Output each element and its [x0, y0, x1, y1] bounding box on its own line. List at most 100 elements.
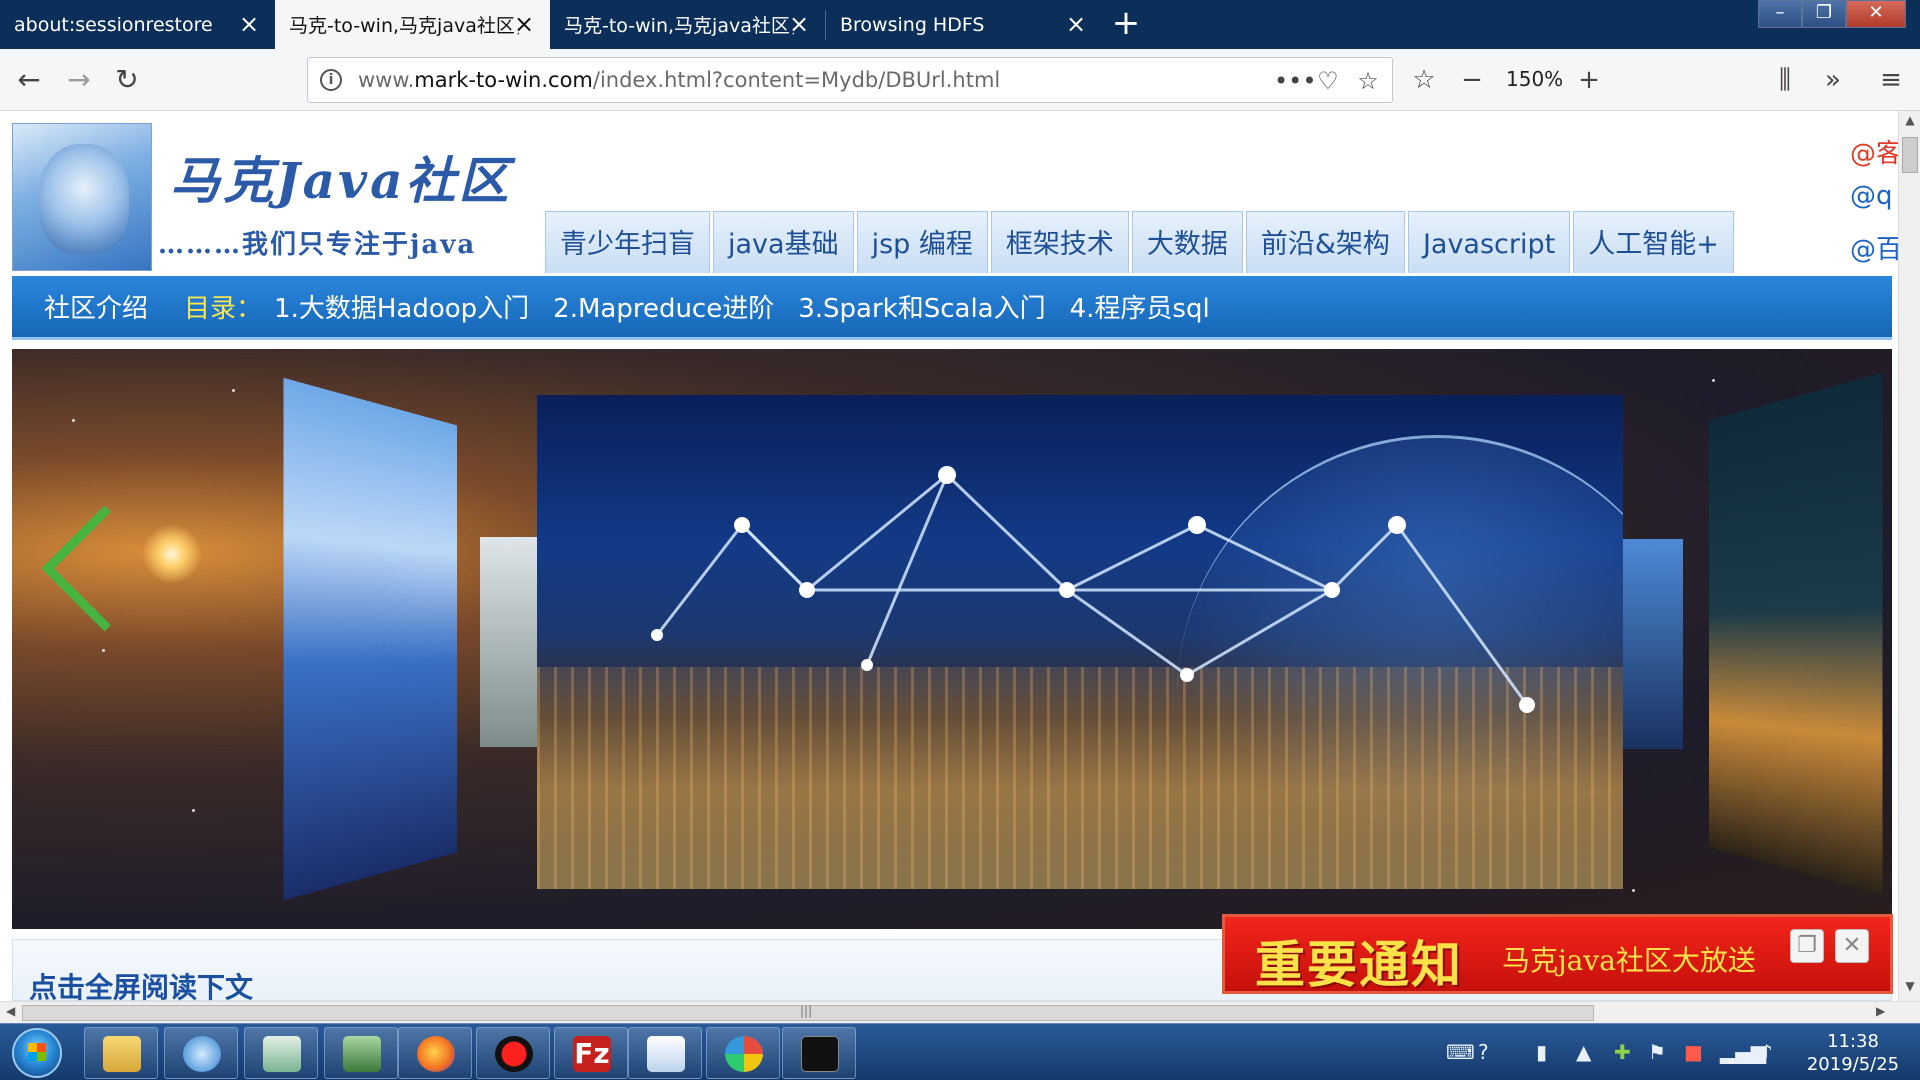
nav-item-javascript[interactable]: Javascript — [1407, 211, 1571, 273]
vertical-scroll-thumb[interactable] — [1902, 137, 1918, 173]
back-arrow-icon[interactable]: ← — [12, 63, 46, 97]
horizontal-scrollbar[interactable]: ◀ ||| ▶ — [0, 1001, 1920, 1023]
taskbar-wordpad-icon[interactable] — [628, 1027, 702, 1079]
reload-icon[interactable]: ↻ — [110, 63, 144, 97]
nav-item-bigdata[interactable]: 大数据 — [1131, 211, 1243, 273]
close-icon[interactable]: × — [787, 12, 811, 36]
taskbar-recorder-icon[interactable] — [476, 1027, 550, 1079]
tab-sessionrestore[interactable]: about:sessionrestore × — [0, 0, 275, 49]
toc-link-sql[interactable]: 4.程序员sql — [1070, 288, 1210, 325]
tab-label: 马克-to-win,马克java社区，mark- — [289, 15, 519, 37]
taskbar-editor-icon[interactable] — [244, 1027, 318, 1079]
star-dot — [192, 809, 195, 812]
overflow-chevron-icon[interactable]: » — [1816, 63, 1850, 97]
url-prefix: www. — [358, 68, 415, 92]
url-path: /index.html?content=Mydb/DBUrl.html — [592, 68, 1001, 92]
social-link-2[interactable]: @q — [1850, 181, 1893, 211]
library-icon[interactable]: ⫼ — [1768, 63, 1802, 97]
taskbar-cmd-icon[interactable] — [782, 1027, 856, 1079]
taskbar-ie-icon[interactable] — [164, 1027, 238, 1079]
info-icon[interactable]: i — [320, 69, 342, 91]
action-center-flag-icon[interactable]: ⚑ — [1648, 1040, 1666, 1064]
scroll-up-arrow-icon[interactable]: ▲ — [1899, 113, 1920, 133]
site-logo-image[interactable] — [12, 123, 152, 271]
scroll-left-arrow-icon[interactable]: ◀ — [6, 1004, 15, 1018]
tab-label: 马克-to-win,马克java社区，mark- — [564, 15, 794, 37]
close-icon[interactable]: × — [237, 12, 261, 36]
community-intro-link[interactable]: 社区介绍 — [44, 288, 148, 325]
category-bar: 社区介绍 目录： 1.大数据Hadoop入门 2.Mapreduce进阶 3.S… — [12, 276, 1892, 340]
clock-time: 11:38 — [1827, 1031, 1879, 1052]
toc-link-hadoop[interactable]: 1.大数据Hadoop入门 — [274, 288, 529, 325]
carousel-slide-left[interactable] — [283, 377, 458, 901]
start-button-icon[interactable] — [12, 1028, 62, 1078]
taskbar-filezilla-icon[interactable]: Fz — [554, 1027, 628, 1079]
top-navigation: 青少年扫盲 java基础 jsp 编程 框架技术 大数据 前沿&架构 Javas… — [545, 211, 1737, 273]
page-actions-icon[interactable]: ••• — [1274, 66, 1316, 96]
pocket-icon[interactable]: ♡ — [1313, 66, 1343, 96]
nav-item-java-basics[interactable]: java基础 — [713, 211, 854, 273]
scroll-grip-icon: ||| — [800, 1004, 813, 1018]
volume-icon[interactable]: ♪ — [1760, 1040, 1773, 1064]
web-page: 马克Java社区 ………我们只专注于java 青少年扫盲 java基础 jsp … — [0, 111, 1898, 1001]
new-tab-icon[interactable]: + — [1108, 6, 1144, 42]
nav-item-jsp[interactable]: jsp 编程 — [856, 211, 988, 273]
tab-marktowin-active[interactable]: 马克-to-win,马克java社区，mark- × — [275, 0, 550, 49]
carousel-slide-active[interactable] — [537, 395, 1623, 889]
toc-link-mapreduce[interactable]: 2.Mapreduce进阶 — [553, 288, 774, 325]
read-more-text: 点击全屏阅读下文 — [29, 971, 254, 1001]
tab-browsing-hdfs[interactable]: Browsing HDFS × — [826, 0, 1102, 49]
network-plus-icon[interactable]: ✚ — [1614, 1040, 1631, 1064]
browser-window: about:sessionrestore × 马克-to-win,马克java社… — [0, 0, 1920, 1080]
zoom-in-icon[interactable]: + — [1572, 63, 1606, 97]
network-lines-graphic — [651, 466, 1535, 713]
scroll-right-arrow-icon[interactable]: ▶ — [1876, 1004, 1885, 1018]
star-dot — [72, 419, 75, 422]
taskbar-remote-desktop-icon[interactable] — [324, 1027, 398, 1079]
nav-item-frameworks[interactable]: 框架技术 — [990, 211, 1129, 273]
notice-restore-icon[interactable]: ❐ — [1790, 929, 1824, 963]
url-text[interactable]: www.mark-to-win.com/index.html?content=M… — [358, 68, 1000, 92]
taskbar-firefox-icon[interactable] — [398, 1027, 472, 1079]
social-link-3[interactable]: @百 — [1850, 229, 1898, 266]
carousel-slide-right[interactable] — [1708, 372, 1883, 896]
scroll-down-arrow-icon[interactable]: ▼ — [1899, 979, 1920, 999]
forward-arrow-icon[interactable]: → — [62, 63, 96, 97]
keyboard-icon[interactable]: ⌨ — [1446, 1040, 1475, 1064]
security-icon[interactable]: ■ — [1684, 1040, 1703, 1064]
zoom-out-icon[interactable]: − — [1455, 63, 1489, 97]
url-domain: mark-to-win.com — [414, 68, 593, 92]
bookmark-star-icon[interactable]: ☆ — [1353, 66, 1383, 96]
taskbar-paint-icon[interactable] — [706, 1027, 780, 1079]
taskbar-explorer-icon[interactable] — [84, 1027, 158, 1079]
toc-link-spark[interactable]: 3.Spark和Scala入门 — [798, 288, 1045, 325]
minimize-button[interactable]: – — [1758, 0, 1802, 28]
notice-close-icon[interactable]: ✕ — [1835, 929, 1869, 963]
battery-icon[interactable]: ▮ — [1536, 1040, 1547, 1064]
address-bar[interactable]: i www.mark-to-win.com/index.html?content… — [307, 57, 1393, 103]
close-icon[interactable]: × — [512, 12, 536, 36]
zoom-level[interactable]: 150% — [1506, 67, 1563, 91]
close-icon[interactable]: × — [1064, 12, 1088, 36]
social-link-1[interactable]: @客 — [1850, 133, 1898, 170]
reading-list-icon[interactable]: ☆ — [1407, 63, 1441, 97]
nav-item-ai[interactable]: 人工智能+ — [1573, 211, 1734, 273]
carousel-slide-back-right[interactable] — [1623, 539, 1683, 749]
tab-strip: about:sessionrestore × 马克-to-win,马克java社… — [0, 0, 1920, 49]
restore-button[interactable]: ❐ — [1802, 0, 1846, 28]
help-icon[interactable]: ? — [1478, 1040, 1489, 1064]
nav-item-architecture[interactable]: 前沿&架构 — [1245, 211, 1405, 273]
tray-expand-icon[interactable]: ▲ — [1576, 1040, 1591, 1064]
menu-hamburger-icon[interactable]: ≡ — [1874, 63, 1908, 97]
tab-marktowin[interactable]: 马克-to-win,马克java社区，mark- × — [550, 0, 825, 49]
system-clock[interactable]: 11:38 2019/5/25 — [1798, 1030, 1908, 1076]
nav-item-youth[interactable]: 青少年扫盲 — [545, 211, 710, 273]
clock-date: 2019/5/25 — [1806, 1054, 1900, 1075]
toc-label: 目录： — [184, 294, 263, 324]
vertical-scrollbar[interactable]: ▲ ▼ — [1898, 111, 1920, 1001]
notice-subtext: 马克java社区大放送 — [1502, 944, 1756, 977]
tab-label: Browsing HDFS — [840, 13, 985, 36]
notice-popup[interactable]: 重要通知 马克java社区大放送 ❐ ✕ — [1222, 914, 1893, 994]
notice-headline: 重要通知 — [1255, 936, 1463, 994]
window-close-button[interactable]: ✕ — [1846, 0, 1906, 28]
